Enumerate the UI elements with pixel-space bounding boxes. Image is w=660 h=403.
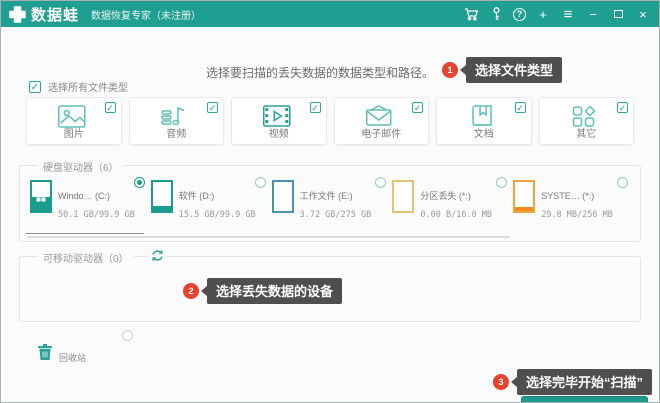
menu-icon[interactable]: ≡ xyxy=(560,6,576,22)
card-documents[interactable]: ✓ 文档 xyxy=(436,97,532,145)
drive-radio[interactable] xyxy=(617,177,628,188)
main-content: 选择要扫描的丢失数据的数据类型和路径。 1 选择文件类型 ✓ 选择所有文件类型 … xyxy=(1,27,659,402)
card-checkbox[interactable]: ✓ xyxy=(412,102,423,113)
card-label: 视频 xyxy=(269,125,289,140)
other-icon xyxy=(572,105,597,128)
cart-icon[interactable] xyxy=(463,6,479,22)
minimize-icon[interactable]: − xyxy=(585,6,601,22)
drive-radio[interactable] xyxy=(134,177,145,188)
drive-list-scrollbar[interactable] xyxy=(28,236,510,238)
drive-icon xyxy=(513,180,535,213)
drive-work-e[interactable]: 工作文件 (E:) 3.72 GB/275 GB xyxy=(272,180,393,224)
select-all-file-types[interactable]: ✓ 选择所有文件类型 xyxy=(29,79,128,94)
step-1-tooltip: 选择文件类型 xyxy=(466,57,562,83)
drive-name: 工作文件 (E:) xyxy=(300,191,353,201)
recycle-bin-radio[interactable] xyxy=(122,330,133,341)
drive-radio[interactable] xyxy=(255,177,266,188)
app-subtitle: 数据恢复专家（未注册） xyxy=(91,7,201,22)
drive-radio[interactable] xyxy=(496,177,507,188)
app-window: 数据蛙 数据恢复专家（未注册） ? + ≡ − × 选择要扫描的丢失数据的数据类… xyxy=(0,0,660,403)
step-2-badge: 2 xyxy=(183,283,199,299)
drive-icon xyxy=(30,180,52,213)
maximize-icon[interactable] xyxy=(610,6,626,22)
close-icon[interactable]: × xyxy=(635,6,651,22)
step-3-tooltip: 选择完毕开始“扫描” xyxy=(517,369,652,395)
card-checkbox[interactable]: ✓ xyxy=(207,102,218,113)
card-video[interactable]: ✓ 视频 xyxy=(231,97,327,145)
drive-software-d[interactable]: 软件 (D:) 15.5 GB/99.9 GB xyxy=(151,180,272,224)
removable-drives-title: 可移动驱动器（0） xyxy=(38,250,134,265)
email-icon xyxy=(365,105,393,127)
drive-icon xyxy=(151,180,173,213)
step-1-badge: 1 xyxy=(442,62,458,78)
drive-icon xyxy=(392,180,414,213)
drive-capacity: 3.72 GB/275 GB xyxy=(300,210,372,220)
help-icon[interactable]: ? xyxy=(513,8,526,21)
app-logo-icon xyxy=(9,6,26,23)
drive-name: 软件 (D:) xyxy=(179,191,215,201)
annotation-step-2: 2 选择丢失数据的设备 xyxy=(183,278,342,304)
hard-drives-title: 硬盘驱动器（6） xyxy=(38,159,124,174)
select-all-checkbox[interactable]: ✓ xyxy=(29,81,41,93)
card-label: 电子邮件 xyxy=(361,125,401,140)
file-type-cards: ✓ 图片 ✓ 音频 ✓ 视频 ✓ xyxy=(26,97,634,145)
video-icon xyxy=(263,105,291,127)
drive-list: Windo… (C:) 50.1 GB/99.9 GB 软件 (D:) 15.5 G… xyxy=(20,166,640,224)
recycle-bin-icon[interactable] xyxy=(37,343,53,361)
add-icon[interactable]: + xyxy=(535,6,551,22)
windows-logo-icon xyxy=(37,192,46,201)
titlebar: 数据蛙 数据恢复专家（未注册） ? + ≡ − × xyxy=(1,1,659,27)
select-all-label: 选择所有文件类型 xyxy=(48,79,128,94)
card-audio[interactable]: ✓ 音频 xyxy=(129,97,225,145)
drive-name: Windo… (C:) xyxy=(58,191,110,201)
drive-capacity: 50.1 GB/99.9 GB xyxy=(58,210,135,220)
card-checkbox[interactable]: ✓ xyxy=(310,102,321,113)
card-checkbox[interactable]: ✓ xyxy=(515,102,526,113)
instruction-text: 选择要扫描的丢失数据的数据类型和路径。 xyxy=(206,64,434,81)
drive-name: SYSTE… (*:) xyxy=(541,191,594,201)
app-title: 数据蛙 xyxy=(31,4,79,25)
removable-drives-section: 可移动驱动器（0） 2 选择丢失数据的设备 xyxy=(19,256,641,322)
hard-drives-section: 硬盘驱动器（6） Windo… (C:)50.1 GB/99.9 GB 软件 (… xyxy=(19,165,641,242)
scan-button[interactable]: 扫描 xyxy=(521,396,648,403)
drive-radio[interactable] xyxy=(375,177,386,188)
card-images[interactable]: ✓ 图片 xyxy=(26,97,122,145)
annotation-step-3: 3 选择完毕开始“扫描” xyxy=(493,369,652,395)
drive-name: 分区丢失 (*:) xyxy=(420,191,471,201)
document-icon xyxy=(470,105,494,128)
recycle-bin-label: 回收站 xyxy=(59,351,86,364)
audio-icon xyxy=(161,105,187,128)
drive-capacity: 29.8 MB/256 MB xyxy=(541,210,613,220)
annotation-step-1: 1 选择文件类型 xyxy=(442,57,562,83)
card-checkbox[interactable]: ✓ xyxy=(105,102,116,113)
drive-windows-c[interactable]: Windo… (C:) 50.1 GB/99.9 GB xyxy=(30,180,151,224)
image-icon xyxy=(58,105,86,128)
card-email[interactable]: ✓ 电子邮件 xyxy=(334,97,430,145)
step-3-badge: 3 xyxy=(493,374,509,390)
card-other[interactable]: ✓ 其它 xyxy=(539,97,635,145)
drive-capacity: 0.00 B/16.0 MB xyxy=(420,210,492,220)
card-checkbox[interactable]: ✓ xyxy=(617,102,628,113)
step-2-tooltip: 选择丢失数据的设备 xyxy=(207,278,342,304)
drive-capacity: 15.5 GB/99.9 GB xyxy=(179,210,256,220)
key-icon[interactable] xyxy=(488,6,504,22)
refresh-icon[interactable] xyxy=(148,249,167,262)
drive-system[interactable]: SYSTE… (*:) 29.8 MB/256 MB xyxy=(513,180,634,224)
drive-icon xyxy=(272,180,294,213)
drive-lost-partition[interactable]: 分区丢失 (*:) 0.00 B/16.0 MB xyxy=(392,180,513,224)
